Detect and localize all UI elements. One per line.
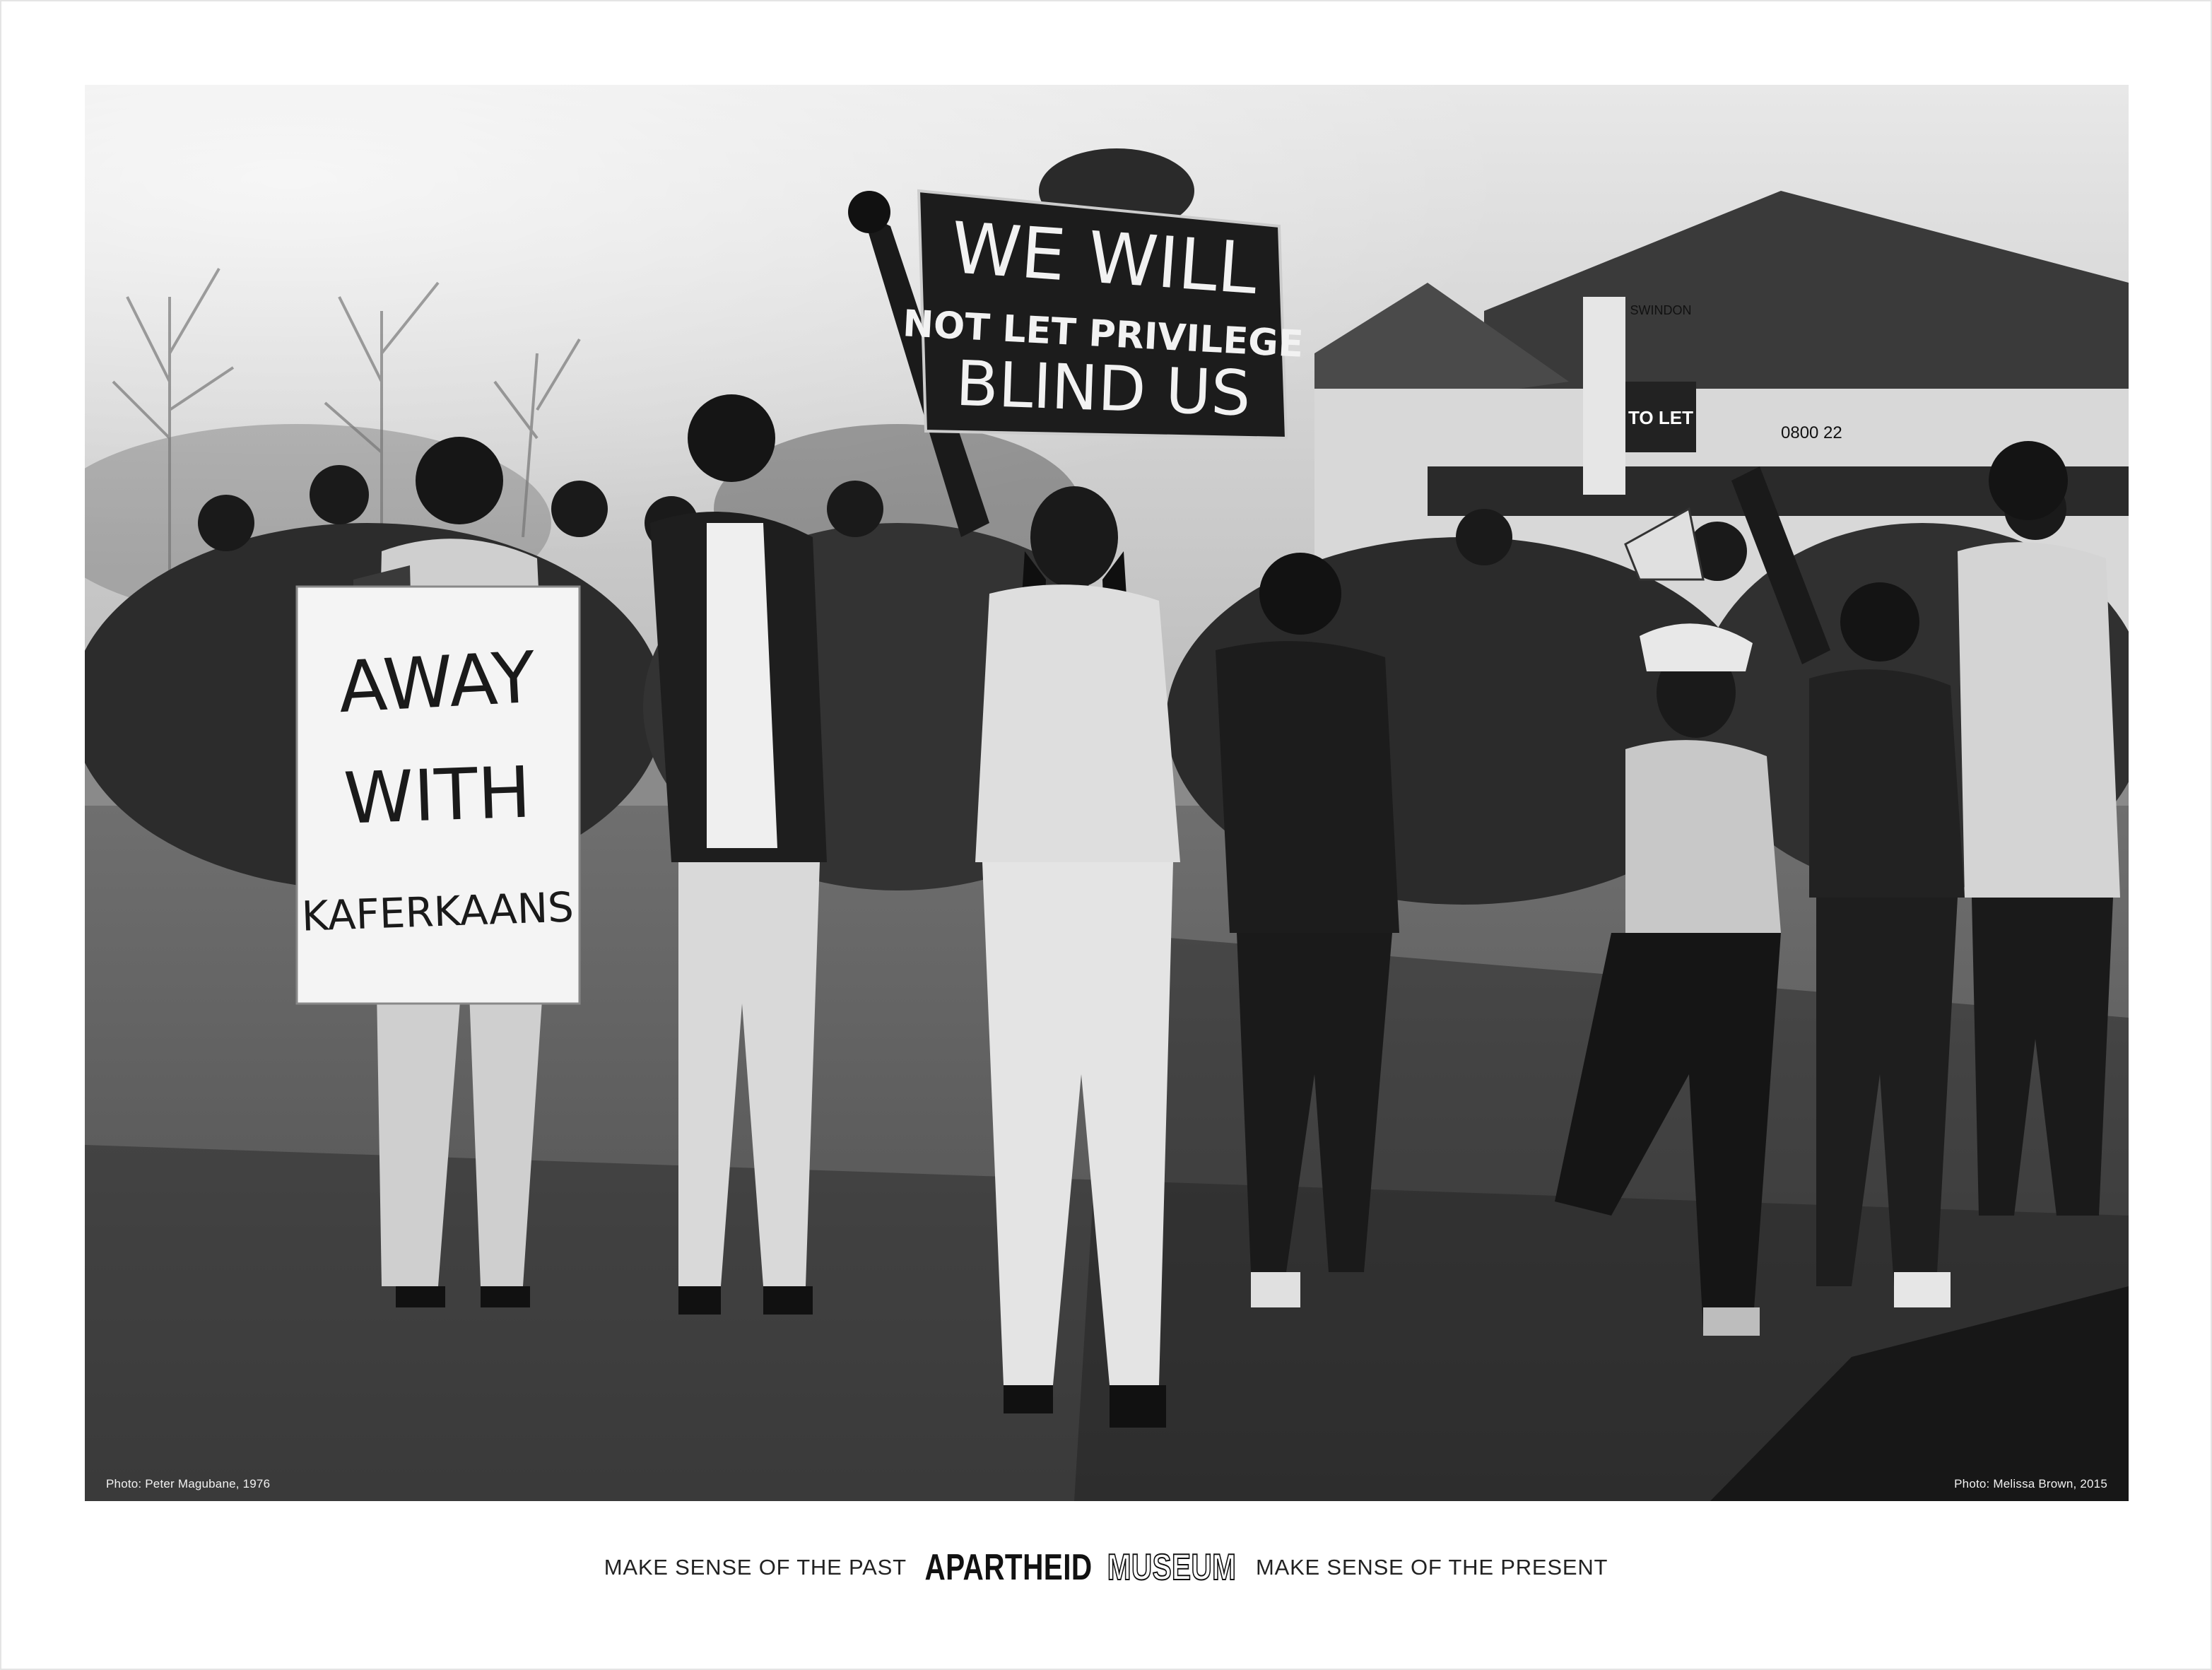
photo-illustration: TO LET SWINDON 0800 22 AWAY WITH KAFERKA… [85, 85, 2129, 1501]
apartheid-museum-logo: APARTHEID MUSEUM [922, 1547, 1240, 1588]
photo-credit-left: Photo: Peter Magubane, 1976 [106, 1477, 271, 1490]
logo-museum: MUSEUM [1107, 1547, 1237, 1588]
sign-away-line-3: KAFERKAANS [301, 883, 575, 940]
store-sign-to-let: TO LET [1628, 407, 1693, 428]
sign-away-line-2: WITH [343, 751, 533, 840]
sign-away-with: AWAY WITH KAFERKAANS [295, 585, 581, 1005]
protest-photograph: TO LET SWINDON 0800 22 AWAY WITH KAFERKA… [85, 85, 2129, 1501]
footer: MAKE SENSE OF THE PAST APARTHEID MUSEUM … [0, 1539, 2212, 1596]
store-sign-swindon: SWINDON [1630, 303, 1692, 317]
logo-apartheid: APARTHEID [924, 1547, 1093, 1588]
store-sign-phone: 0800 22 [1781, 423, 1842, 442]
sign-we-will-line-3: BLIND US [955, 347, 1252, 430]
tagline-past: MAKE SENSE OF THE PAST [604, 1555, 907, 1580]
photo-credit-right: Photo: Melissa Brown, 2015 [1954, 1477, 2107, 1490]
tagline-present: MAKE SENSE OF THE PRESENT [1255, 1555, 1608, 1580]
sign-away-line-1: AWAY [336, 636, 538, 729]
